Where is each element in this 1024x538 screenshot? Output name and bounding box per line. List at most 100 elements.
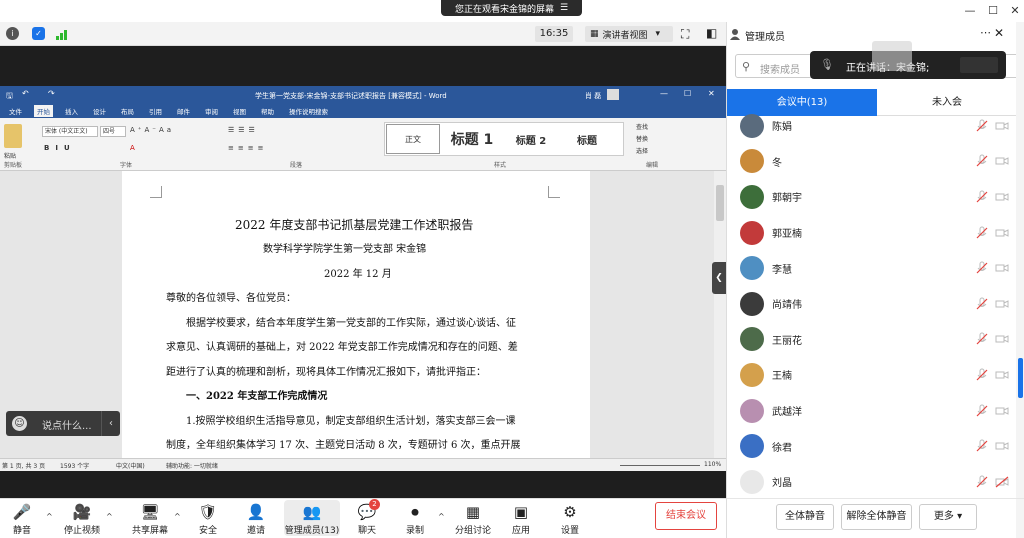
- manage-members-button[interactable]: 👥 管理成员(13): [284, 500, 340, 536]
- share-banner[interactable]: 您正在观看宋金锦的屏幕 ☰: [441, 0, 582, 16]
- document-page[interactable]: 2022 年度支部书记抓基层党建工作述职报告 数学科学学院学生第一党支部 宋金锦…: [122, 171, 590, 461]
- undo-icon[interactable]: ↶: [22, 89, 29, 98]
- chevron-up-icon[interactable]: ^: [106, 512, 113, 521]
- tab-0[interactable]: 文件: [6, 105, 25, 117]
- sidebar-toggle-icon[interactable]: ◧: [706, 26, 717, 40]
- minimize-icon[interactable]: —: [660, 89, 668, 98]
- close-panel-icon[interactable]: ✕: [994, 26, 1004, 40]
- maximize-icon[interactable]: ☐: [684, 89, 691, 98]
- mic-off-icon[interactable]: [975, 154, 989, 168]
- font-size-select[interactable]: 四号: [100, 126, 126, 137]
- mic-off-icon[interactable]: [975, 261, 989, 275]
- chat-input[interactable]: ☺ 说点什么... ‹: [6, 411, 120, 436]
- align-tools[interactable]: ≡≡≡≡: [228, 144, 267, 152]
- font-color-icon[interactable]: A: [130, 144, 135, 152]
- invite-button[interactable]: 👤 邀请: [228, 500, 284, 536]
- style-heading1[interactable]: 标题 1: [442, 124, 502, 154]
- tab-8[interactable]: 视图: [230, 105, 249, 117]
- unmute-all-button[interactable]: 解除全体静音: [841, 504, 912, 530]
- camera-off-icon[interactable]: [995, 191, 1009, 203]
- collapse-panel-icon[interactable]: ❮: [712, 262, 726, 294]
- shield-icon[interactable]: ✓: [32, 27, 45, 40]
- camera-off-icon[interactable]: [995, 262, 1009, 274]
- member-row[interactable]: 刘晶: [727, 464, 1017, 500]
- chevron-up-icon[interactable]: ^: [46, 512, 53, 521]
- status-accessibility[interactable]: 辅助功能: 一切就绪: [166, 461, 218, 470]
- info-icon[interactable]: i: [6, 27, 19, 40]
- style-normal[interactable]: 正文: [386, 124, 440, 154]
- mic-off-icon[interactable]: [975, 368, 989, 382]
- mic-off-icon[interactable]: [975, 404, 989, 418]
- record-button[interactable]: ⏺ 录制: [387, 500, 443, 536]
- camera-off-icon[interactable]: [995, 227, 1009, 239]
- tab-7[interactable]: 审阅: [202, 105, 221, 117]
- emoji-icon[interactable]: ☺: [12, 416, 27, 431]
- camera-off-icon[interactable]: [995, 405, 1009, 417]
- camera-off-icon[interactable]: [995, 476, 1009, 488]
- member-row[interactable]: 王楠: [727, 357, 1017, 393]
- end-meeting-button[interactable]: 结束会议: [655, 502, 717, 530]
- close-window-icon[interactable]: ✕: [1007, 3, 1023, 19]
- tab-3[interactable]: 设计: [90, 105, 109, 117]
- font-tools[interactable]: A⁺A⁻Aa: [130, 126, 174, 134]
- view-mode-button[interactable]: ▦ 演讲者视图 ▾: [585, 26, 673, 42]
- scrollbar-thumb[interactable]: [716, 185, 724, 221]
- tab-4[interactable]: 布局: [118, 105, 137, 117]
- camera-off-icon[interactable]: [995, 333, 1009, 345]
- tab-2[interactable]: 插入: [62, 105, 81, 117]
- member-row[interactable]: 冬: [727, 144, 1017, 180]
- redo-icon[interactable]: ↷: [48, 89, 55, 98]
- tab-9[interactable]: 帮助: [258, 105, 277, 117]
- style-heading2[interactable]: 标题 2: [503, 124, 559, 154]
- find-button[interactable]: 查找: [636, 122, 648, 131]
- paste-icon[interactable]: [4, 124, 22, 148]
- maximize-icon[interactable]: ☐: [985, 3, 1001, 19]
- tab-1[interactable]: 开始: [34, 105, 53, 117]
- mic-off-icon[interactable]: [975, 439, 989, 453]
- apps-button[interactable]: ▣ 应用: [493, 500, 549, 536]
- member-row[interactable]: 李慧: [727, 250, 1017, 286]
- camera-off-icon[interactable]: [995, 155, 1009, 167]
- save-icon[interactable]: 🖫: [6, 90, 13, 104]
- minimize-icon[interactable]: —: [962, 3, 978, 19]
- camera-off-icon[interactable]: [995, 369, 1009, 381]
- stop-video-button[interactable]: 🎥 停止视频: [54, 500, 110, 536]
- mic-off-icon[interactable]: [975, 332, 989, 346]
- member-row[interactable]: 武越洋: [727, 393, 1017, 429]
- camera-off-icon[interactable]: [995, 440, 1009, 452]
- font-name-select[interactable]: 宋体 (中文正文): [42, 126, 98, 137]
- camera-off-icon[interactable]: [995, 120, 1009, 132]
- search-input[interactable]: ⚲ 搜索成员: [735, 54, 817, 78]
- fullscreen-icon[interactable]: ⛶: [681, 27, 689, 42]
- format-buttons[interactable]: BIU: [44, 144, 76, 152]
- member-row[interactable]: 郭朝宇: [727, 179, 1017, 215]
- menu-icon[interactable]: ☰: [560, 3, 568, 13]
- signal-icon[interactable]: [56, 28, 70, 40]
- mute-button[interactable]: 🎤 静音: [0, 500, 50, 536]
- replace-button[interactable]: 替换: [636, 134, 648, 143]
- select-button[interactable]: 选择: [636, 146, 648, 155]
- member-row[interactable]: 徐君: [727, 428, 1017, 464]
- scrollbar-thumb[interactable]: [1018, 358, 1023, 398]
- list-tools[interactable]: ☰☰☰: [228, 126, 259, 134]
- mic-off-icon[interactable]: [975, 297, 989, 311]
- more-button[interactable]: 更多 ▾: [919, 504, 977, 530]
- mic-off-icon[interactable]: [975, 119, 989, 133]
- member-row[interactable]: 郭亚楠: [727, 215, 1017, 251]
- close-icon[interactable]: ✕: [708, 89, 715, 98]
- avatar[interactable]: [607, 89, 619, 100]
- member-row[interactable]: 王丽花: [727, 322, 1017, 358]
- more-icon[interactable]: ⋯: [980, 26, 991, 39]
- mic-off-icon[interactable]: [975, 226, 989, 240]
- tab-6[interactable]: 邮件: [174, 105, 193, 117]
- camera-off-icon[interactable]: [995, 298, 1009, 310]
- collapse-chat-icon[interactable]: ‹: [101, 411, 120, 436]
- status-zoom[interactable]: 110%: [704, 461, 721, 468]
- share-screen-button[interactable]: 🖥 共享屏幕: [122, 500, 178, 536]
- member-row[interactable]: 尚靖伟: [727, 286, 1017, 322]
- chevron-up-icon[interactable]: ^: [174, 512, 181, 521]
- style-title[interactable]: 标题: [560, 124, 614, 154]
- zoom-slider[interactable]: [620, 465, 700, 466]
- chevron-up-icon[interactable]: ^: [438, 512, 445, 521]
- panel-scrollbar[interactable]: [1016, 22, 1024, 538]
